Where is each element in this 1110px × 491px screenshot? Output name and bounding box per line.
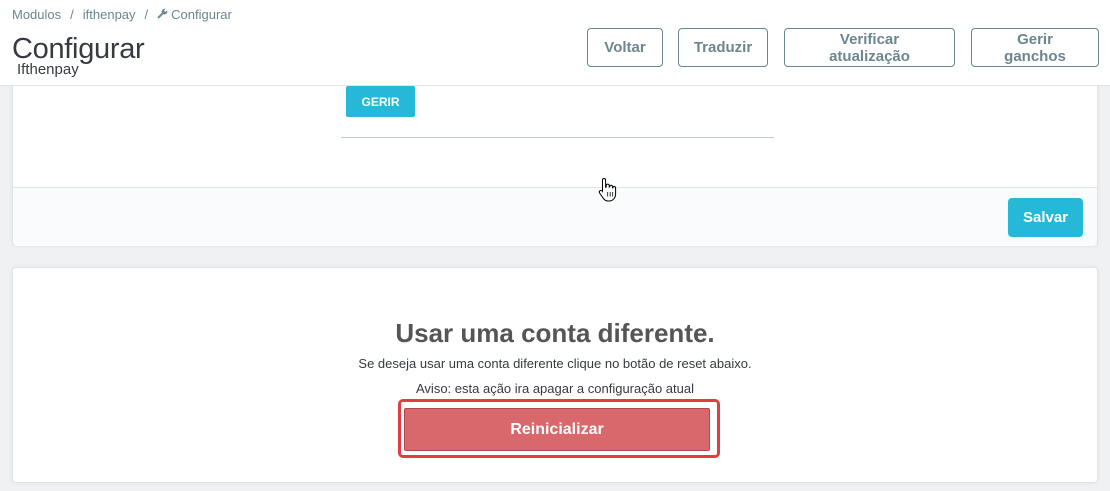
translate-button[interactable]: Traduzir xyxy=(678,28,768,67)
highlight-box: Reinicializar xyxy=(398,399,720,458)
back-button[interactable]: Voltar xyxy=(587,28,663,67)
breadcrumb-separator: / xyxy=(70,7,74,22)
reset-warning: Aviso: esta ação ira apagar a configuraç… xyxy=(416,381,694,396)
breadcrumb-item-ifthenpay[interactable]: ifthenpay xyxy=(83,7,136,22)
breadcrumb: Modulos / ifthenpay / Configurar xyxy=(12,7,232,22)
divider xyxy=(341,137,774,138)
page-header: Modulos / ifthenpay / Configurar Configu… xyxy=(0,0,1110,86)
reset-button[interactable]: Reinicializar xyxy=(404,408,710,451)
reset-heading: Usar uma conta diferente. xyxy=(395,318,715,348)
manage-button[interactable]: GERIR xyxy=(346,86,415,117)
hand-cursor-icon xyxy=(598,177,617,202)
page-subtitle: Ifthenpay xyxy=(17,61,79,78)
wrench-icon xyxy=(157,8,168,22)
reset-card: Usar uma conta diferente. Se deseja usar… xyxy=(12,267,1098,483)
config-card: GERIR Salvar xyxy=(12,60,1098,246)
breadcrumb-separator: / xyxy=(144,7,149,22)
breadcrumb-item-configurar: Configurar xyxy=(171,7,232,22)
card-footer: Salvar xyxy=(13,187,1097,246)
reset-description: Se deseja usar uma conta diferente cliqu… xyxy=(358,356,752,371)
save-button[interactable]: Salvar xyxy=(1008,198,1083,237)
check-update-button[interactable]: Verificar atualização xyxy=(784,28,955,67)
manage-hooks-button[interactable]: Gerir ganchos xyxy=(971,28,1099,67)
breadcrumb-item-modulos[interactable]: Modulos xyxy=(12,7,61,22)
